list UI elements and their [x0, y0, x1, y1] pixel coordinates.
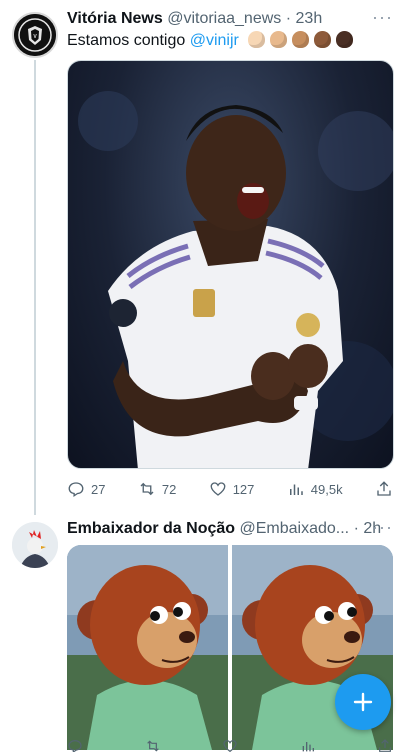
author-handle[interactable]: @Embaixado... — [240, 520, 350, 537]
fist-emoji-icon — [248, 31, 266, 48]
fist-emoji-icon — [314, 31, 332, 48]
compose-plus-icon — [353, 692, 373, 712]
tweet-media-image-left[interactable] — [67, 545, 228, 750]
reply-button[interactable]: 27 — [67, 480, 105, 498]
reply-count: 27 — [91, 481, 106, 497]
tweet-time[interactable]: 23h — [296, 10, 323, 27]
author-name[interactable]: Vitória News — [67, 10, 163, 27]
ellipsis-icon[interactable]: ··· — [372, 7, 393, 28]
tweet-media-image[interactable] — [67, 60, 394, 469]
vitoria-news-logo-icon: V — [14, 14, 56, 56]
heart-icon — [210, 482, 226, 496]
puppet-meme-image — [67, 545, 228, 750]
share-icon — [377, 481, 391, 496]
mention-link[interactable]: @vinijr — [190, 32, 239, 49]
view-count: 49,5k — [310, 481, 343, 497]
retweet-count: 72 — [161, 481, 177, 497]
avatar[interactable]: V — [12, 12, 58, 58]
tweet-text: Estamos contigo @vinijr — [67, 31, 354, 51]
fist-emoji-icon — [336, 31, 354, 48]
fist-emoji-icon — [292, 31, 310, 48]
tweet-text-body: Estamos contigo — [67, 32, 186, 49]
tweet-vitoria-news[interactable]: V Vitória News @vitoriaa_news · 23h ··· … — [0, 0, 407, 510]
football-player-celebration-image — [78, 91, 393, 468]
fist-emoji-icons — [243, 31, 354, 49]
retweet-button[interactable]: 72 — [138, 480, 176, 498]
ellipsis-icon[interactable]: ··· — [372, 517, 393, 538]
retweet-icon — [140, 482, 154, 496]
views-button[interactable]: 49,5k — [287, 480, 343, 498]
tweet-header: Vitória News @vitoriaa_news · 23h — [67, 9, 322, 29]
separator-dot: · — [353, 520, 359, 537]
tweet-header: Embaixador da Noção @Embaixado... · 2h — [67, 519, 381, 539]
author-name[interactable]: Embaixador da Noção — [67, 520, 235, 537]
compose-button[interactable] — [335, 674, 391, 730]
fist-emoji-icon — [270, 31, 288, 48]
like-count: 127 — [232, 481, 255, 497]
like-button[interactable]: 127 — [209, 480, 255, 498]
rooster-avatar-icon — [12, 522, 58, 568]
views-bar-chart-icon — [289, 484, 303, 495]
tweet-actions: 27 72 127 49,5k — [67, 478, 393, 500]
separator-dot: · — [285, 10, 292, 27]
author-handle[interactable]: @vitoriaa_news — [167, 10, 281, 27]
share-button[interactable] — [375, 480, 393, 498]
reply-icon — [68, 482, 84, 498]
avatar[interactable] — [12, 522, 58, 568]
